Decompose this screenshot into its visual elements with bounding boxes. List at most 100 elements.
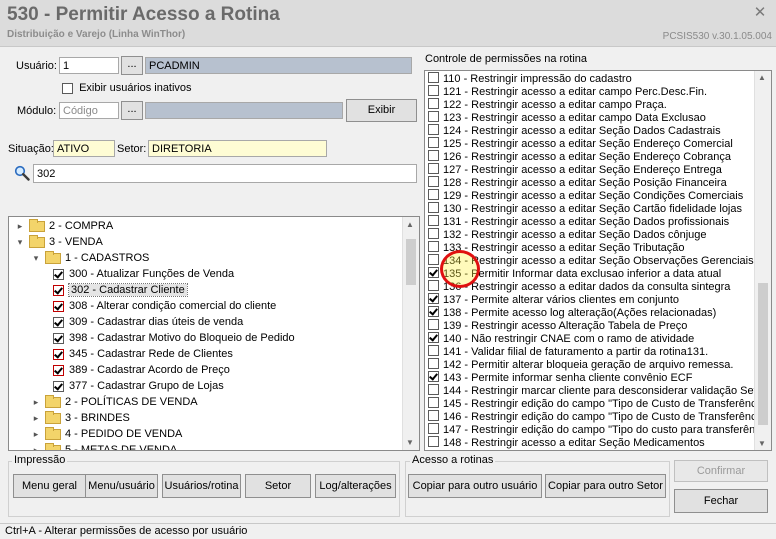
- permission-item[interactable]: 139 - Restringir acesso Alteração Tabela…: [428, 319, 687, 332]
- permission-item[interactable]: 123 - Restringir acesso a editar campo D…: [428, 111, 706, 124]
- permission-item[interactable]: 144 - Restringir marcar cliente para des…: [428, 384, 768, 397]
- routine-checkbox[interactable]: [53, 348, 64, 360]
- collapsed-arrow-icon[interactable]: ▸: [31, 410, 41, 426]
- permission-checkbox[interactable]: [428, 267, 439, 278]
- permission-checkbox[interactable]: [428, 72, 439, 83]
- modulo-code-field[interactable]: Código: [59, 102, 119, 119]
- permission-checkbox[interactable]: [428, 176, 439, 187]
- permission-checkbox[interactable]: [428, 436, 439, 447]
- permission-checkbox[interactable]: [428, 189, 439, 200]
- permission-item[interactable]: 130 - Restringir acesso a editar Seção C…: [428, 202, 742, 215]
- tree-routine-node[interactable]: 309 - Cadastrar dias úteis de venda: [53, 314, 243, 330]
- tree-routine-node[interactable]: 389 - Cadastrar Acordo de Preço: [53, 362, 230, 378]
- permission-item[interactable]: 146 - Restringir edição do campo "Tipo d…: [428, 410, 769, 423]
- permission-checkbox[interactable]: [428, 319, 439, 330]
- copiar-usuario-button[interactable]: Copiar para outro usuário: [408, 474, 542, 498]
- tree-scroll-thumb[interactable]: [406, 239, 416, 285]
- scroll-up-icon[interactable]: ▲: [406, 220, 414, 229]
- permission-checkbox[interactable]: [428, 85, 439, 96]
- permission-item[interactable]: 138 - Permite acesso log alteração(Ações…: [428, 306, 716, 319]
- permissions-scroll-thumb[interactable]: [758, 283, 768, 425]
- fechar-button[interactable]: Fechar: [674, 489, 768, 513]
- permission-item[interactable]: 110 - Restringir impressão do cadastro: [428, 72, 632, 85]
- permission-checkbox[interactable]: [428, 423, 439, 434]
- permission-item[interactable]: 128 - Restringir acesso a editar Seção P…: [428, 176, 727, 189]
- permission-checkbox[interactable]: [428, 397, 439, 408]
- routine-checkbox[interactable]: [53, 268, 64, 280]
- menu-geral-button[interactable]: Menu geral: [13, 474, 86, 498]
- scroll-down-icon[interactable]: ▼: [406, 438, 414, 447]
- search-input[interactable]: 302: [33, 164, 417, 183]
- tree-folder-node[interactable]: ▸ 5 - METAS DE VENDA: [31, 442, 177, 450]
- permission-checkbox[interactable]: [428, 163, 439, 174]
- permission-checkbox[interactable]: [428, 254, 439, 265]
- permission-item[interactable]: 141 - Validar filial de faturamento a pa…: [428, 345, 708, 358]
- permission-checkbox[interactable]: [428, 137, 439, 148]
- permission-item[interactable]: 132 - Restringir acesso a editar Seção D…: [428, 228, 707, 241]
- permissions-vertical-scrollbar[interactable]: ▲ ▼: [754, 71, 771, 450]
- tree-folder-node[interactable]: ▸ 2 - COMPRA: [15, 218, 113, 234]
- permission-item[interactable]: 137 - Permite alterar vários clientes em…: [428, 293, 679, 306]
- perm-scroll-up-icon[interactable]: ▲: [758, 73, 766, 82]
- exibir-inativos-checkbox[interactable]: Exibir usuários inativos: [62, 82, 192, 94]
- permission-item[interactable]: 129 - Restringir acesso a editar Seção C…: [428, 189, 743, 202]
- tree-routine-node[interactable]: 300 - Atualizar Funções de Venda: [53, 266, 234, 282]
- copiar-setor-button[interactable]: Copiar para outro Setor: [545, 474, 666, 498]
- permission-checkbox[interactable]: [428, 293, 439, 304]
- routine-tree[interactable]: ▸ 2 - COMPRA ▾ 3 - VENDA ▾ 1 - CADASTROS 300 -…: [8, 216, 420, 451]
- permission-checkbox[interactable]: [428, 410, 439, 421]
- permission-checkbox[interactable]: [428, 98, 439, 109]
- permission-item[interactable]: 140 - Não restringir CNAE com o ramo de …: [428, 332, 694, 345]
- tree-routine-node[interactable]: 398 - Cadastrar Motivo do Bloqueio de Pe…: [53, 330, 295, 346]
- modulo-search-button[interactable]: ...: [121, 101, 143, 120]
- permission-checkbox[interactable]: [428, 358, 439, 369]
- usuario-search-button[interactable]: ...: [121, 56, 143, 75]
- permission-item[interactable]: 131 - Restringir acesso a editar Seção D…: [428, 215, 729, 228]
- tree-folder-node[interactable]: ▸ 4 - PEDIDO DE VENDA: [31, 426, 182, 442]
- permission-item[interactable]: 145 - Restringir edição do campo "Tipo d…: [428, 397, 769, 410]
- routine-checkbox[interactable]: [53, 300, 64, 312]
- expanded-arrow-icon[interactable]: ▾: [31, 250, 41, 266]
- permission-checkbox[interactable]: [428, 384, 439, 395]
- close-button[interactable]: ✕: [752, 5, 768, 21]
- checkbox-box[interactable]: [62, 82, 73, 94]
- routine-checkbox[interactable]: [53, 364, 64, 376]
- permission-item[interactable]: 127 - Restringir acesso a editar Seção E…: [428, 163, 722, 176]
- tree-routine-node[interactable]: 308 - Alterar condição comercial do clie…: [53, 298, 276, 314]
- permission-checkbox[interactable]: [428, 228, 439, 239]
- collapsed-arrow-icon[interactable]: ▸: [31, 442, 41, 450]
- tree-routine-node[interactable]: 377 - Cadastrar Grupo de Lojas: [53, 378, 224, 394]
- collapsed-arrow-icon[interactable]: ▸: [15, 218, 25, 234]
- permission-checkbox[interactable]: [428, 150, 439, 161]
- permission-item[interactable]: 142 - Permitir alterar bloqueia geração …: [428, 358, 733, 371]
- usuarios-rotina-button[interactable]: Usuários/rotina: [162, 474, 241, 498]
- permission-item[interactable]: 126 - Restringir acesso a editar Seção E…: [428, 150, 731, 163]
- tree-vertical-scrollbar[interactable]: ▲ ▼: [402, 217, 419, 450]
- permission-checkbox[interactable]: [428, 345, 439, 356]
- tree-routine-node[interactable]: 345 - Cadastrar Rede de Clientes: [53, 346, 233, 362]
- tree-folder-node[interactable]: ▾ 1 - CADASTROS: [31, 250, 149, 266]
- permission-checkbox[interactable]: [428, 111, 439, 122]
- routine-checkbox[interactable]: [53, 316, 64, 328]
- setor-button[interactable]: Setor: [245, 474, 311, 498]
- tree-folder-node[interactable]: ▸ 2 - POLÍTICAS DE VENDA: [31, 394, 198, 410]
- collapsed-arrow-icon[interactable]: ▸: [31, 394, 41, 410]
- permission-checkbox[interactable]: [428, 241, 439, 252]
- perm-scroll-down-icon[interactable]: ▼: [758, 439, 766, 448]
- routine-checkbox[interactable]: [53, 284, 64, 296]
- permission-checkbox[interactable]: [428, 202, 439, 213]
- permission-item[interactable]: 125 - Restringir acesso a editar Seção E…: [428, 137, 733, 150]
- permission-item[interactable]: 121 - Restringir acesso a editar campo P…: [428, 85, 707, 98]
- permission-checkbox[interactable]: [428, 215, 439, 226]
- routine-checkbox[interactable]: [53, 380, 64, 392]
- menu-usuario-button[interactable]: Menu/usuário: [85, 474, 158, 498]
- permission-item[interactable]: 143 - Permite informar senha cliente con…: [428, 371, 692, 384]
- permission-checkbox[interactable]: [428, 124, 439, 135]
- usuario-code-field[interactable]: 1: [59, 57, 119, 74]
- exibir-button[interactable]: Exibir: [346, 99, 417, 122]
- tree-routine-node[interactable]: 302 - Cadastrar Cliente: [53, 282, 188, 298]
- permission-item[interactable]: 124 - Restringir acesso a editar Seção D…: [428, 124, 721, 137]
- permission-checkbox[interactable]: [428, 280, 439, 291]
- permission-item[interactable]: 122 - Restringir acesso a editar campo P…: [428, 98, 667, 111]
- routine-checkbox[interactable]: [53, 332, 64, 344]
